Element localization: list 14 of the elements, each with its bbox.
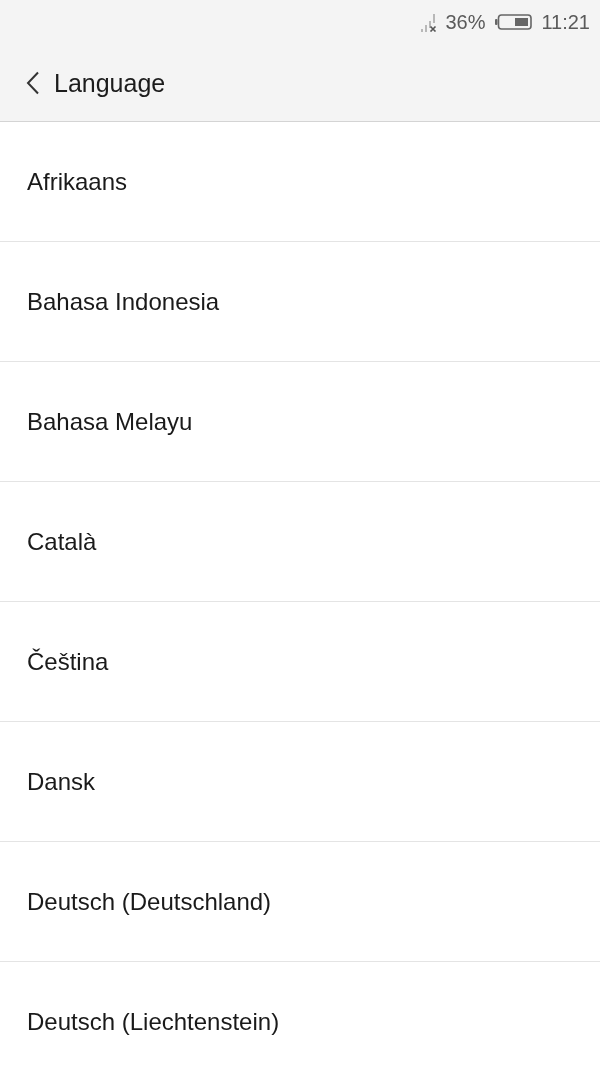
language-option[interactable]: Deutsch (Liechtenstein): [0, 962, 600, 1067]
language-option[interactable]: Afrikaans: [0, 122, 600, 242]
battery-percentage: 36%: [445, 10, 486, 34]
language-option[interactable]: Bahasa Indonesia: [0, 242, 600, 362]
language-option[interactable]: Català: [0, 482, 600, 602]
language-option[interactable]: Dansk: [0, 722, 600, 842]
clock-time: 11:21: [541, 10, 590, 34]
back-icon: [26, 70, 40, 95]
page-title: Language: [54, 67, 166, 98]
language-option[interactable]: Čeština: [0, 602, 600, 722]
language-option[interactable]: Bahasa Melayu: [0, 362, 600, 482]
back-button[interactable]: [26, 70, 40, 95]
battery-icon: [495, 14, 533, 30]
language-option[interactable]: Deutsch (Deutschland): [0, 842, 600, 962]
